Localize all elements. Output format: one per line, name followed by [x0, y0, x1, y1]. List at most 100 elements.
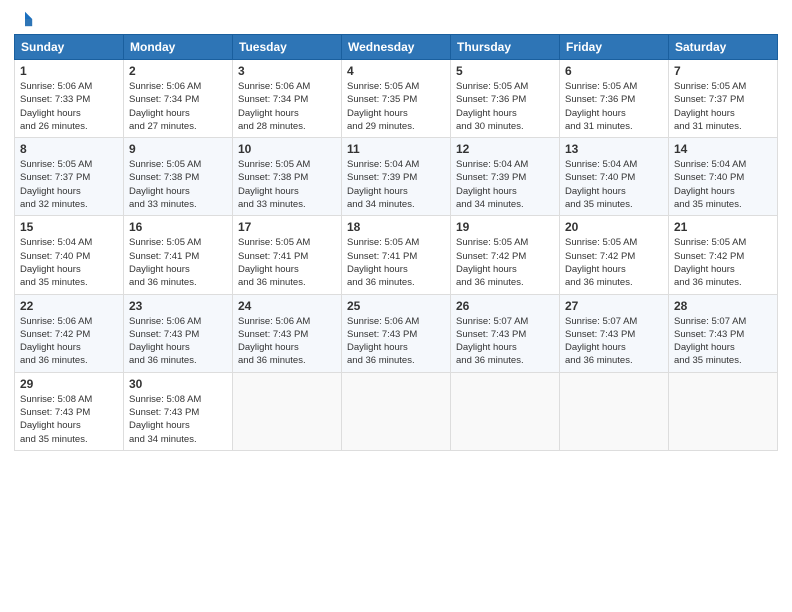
day-cell-26: 26 Sunrise: 5:07 AM Sunset: 7:43 PM Dayl…: [451, 294, 560, 372]
day-cell-5: 5 Sunrise: 5:05 AM Sunset: 7:36 PM Dayli…: [451, 60, 560, 138]
day-info: Sunrise: 5:06 AM Sunset: 7:43 PM Dayligh…: [129, 315, 227, 368]
day-number: 22: [20, 299, 118, 313]
daylight-label: Daylight hours: [238, 264, 299, 275]
day-number: 24: [238, 299, 336, 313]
sunrise-label: Sunrise: 5:05 AM: [238, 159, 310, 170]
sunrise-label: Sunrise: 5:06 AM: [347, 316, 419, 327]
sunrise-label: Sunrise: 5:06 AM: [129, 81, 201, 92]
week-row-4: 22 Sunrise: 5:06 AM Sunset: 7:42 PM Dayl…: [15, 294, 778, 372]
day-number: 12: [456, 142, 554, 156]
daylight-value: and 26 minutes.: [20, 121, 88, 132]
week-row-3: 15 Sunrise: 5:04 AM Sunset: 7:40 PM Dayl…: [15, 216, 778, 294]
sunrise-label: Sunrise: 5:06 AM: [238, 81, 310, 92]
sunrise-label: Sunrise: 5:05 AM: [129, 237, 201, 248]
daylight-value: and 36 minutes.: [456, 355, 524, 366]
logo: [14, 10, 34, 28]
daylight-value: and 33 minutes.: [238, 199, 306, 210]
weekday-header-monday: Monday: [124, 35, 233, 60]
daylight-value: and 36 minutes.: [565, 355, 633, 366]
daylight-value: and 34 minutes.: [456, 199, 524, 210]
daylight-label: Daylight hours: [129, 186, 190, 197]
sunrise-label: Sunrise: 5:07 AM: [456, 316, 528, 327]
daylight-label: Daylight hours: [238, 186, 299, 197]
day-number: 28: [674, 299, 772, 313]
day-info: Sunrise: 5:06 AM Sunset: 7:33 PM Dayligh…: [20, 80, 118, 133]
day-number: 19: [456, 220, 554, 234]
day-info: Sunrise: 5:07 AM Sunset: 7:43 PM Dayligh…: [456, 315, 554, 368]
daylight-value: and 36 minutes.: [347, 355, 415, 366]
day-info: Sunrise: 5:05 AM Sunset: 7:37 PM Dayligh…: [20, 158, 118, 211]
day-info: Sunrise: 5:05 AM Sunset: 7:41 PM Dayligh…: [129, 236, 227, 289]
weekday-header-tuesday: Tuesday: [233, 35, 342, 60]
daylight-value: and 36 minutes.: [456, 277, 524, 288]
sunrise-label: Sunrise: 5:05 AM: [674, 81, 746, 92]
daylight-label: Daylight hours: [456, 186, 517, 197]
daylight-label: Daylight hours: [129, 108, 190, 119]
day-info: Sunrise: 5:05 AM Sunset: 7:37 PM Dayligh…: [674, 80, 772, 133]
day-cell-9: 9 Sunrise: 5:05 AM Sunset: 7:38 PM Dayli…: [124, 138, 233, 216]
day-info: Sunrise: 5:06 AM Sunset: 7:43 PM Dayligh…: [347, 315, 445, 368]
sunrise-label: Sunrise: 5:05 AM: [674, 237, 746, 248]
sunset-label: Sunset: 7:33 PM: [20, 94, 90, 105]
day-number: 11: [347, 142, 445, 156]
sunset-label: Sunset: 7:40 PM: [20, 251, 90, 262]
day-cell-11: 11 Sunrise: 5:04 AM Sunset: 7:39 PM Dayl…: [342, 138, 451, 216]
daylight-value: and 36 minutes.: [20, 355, 88, 366]
daylight-value: and 29 minutes.: [347, 121, 415, 132]
day-cell-15: 15 Sunrise: 5:04 AM Sunset: 7:40 PM Dayl…: [15, 216, 124, 294]
daylight-value: and 28 minutes.: [238, 121, 306, 132]
day-number: 13: [565, 142, 663, 156]
sunset-label: Sunset: 7:43 PM: [129, 407, 199, 418]
daylight-label: Daylight hours: [347, 186, 408, 197]
daylight-label: Daylight hours: [20, 186, 81, 197]
day-cell-16: 16 Sunrise: 5:05 AM Sunset: 7:41 PM Dayl…: [124, 216, 233, 294]
week-row-5: 29 Sunrise: 5:08 AM Sunset: 7:43 PM Dayl…: [15, 372, 778, 450]
daylight-value: and 32 minutes.: [20, 199, 88, 210]
daylight-value: and 33 minutes.: [129, 199, 197, 210]
page-header: [14, 10, 778, 28]
sunset-label: Sunset: 7:43 PM: [20, 407, 90, 418]
day-cell-8: 8 Sunrise: 5:05 AM Sunset: 7:37 PM Dayli…: [15, 138, 124, 216]
day-number: 7: [674, 64, 772, 78]
sunset-label: Sunset: 7:39 PM: [456, 172, 526, 183]
daylight-label: Daylight hours: [456, 342, 517, 353]
daylight-value: and 30 minutes.: [456, 121, 524, 132]
daylight-value: and 35 minutes.: [674, 355, 742, 366]
day-number: 3: [238, 64, 336, 78]
daylight-value: and 31 minutes.: [674, 121, 742, 132]
daylight-value: and 36 minutes.: [565, 277, 633, 288]
day-number: 26: [456, 299, 554, 313]
empty-cell: [342, 372, 451, 450]
sunrise-label: Sunrise: 5:05 AM: [20, 159, 92, 170]
day-cell-2: 2 Sunrise: 5:06 AM Sunset: 7:34 PM Dayli…: [124, 60, 233, 138]
sunrise-label: Sunrise: 5:06 AM: [238, 316, 310, 327]
week-row-2: 8 Sunrise: 5:05 AM Sunset: 7:37 PM Dayli…: [15, 138, 778, 216]
daylight-label: Daylight hours: [347, 108, 408, 119]
day-info: Sunrise: 5:05 AM Sunset: 7:42 PM Dayligh…: [565, 236, 663, 289]
day-info: Sunrise: 5:06 AM Sunset: 7:43 PM Dayligh…: [238, 315, 336, 368]
sunrise-label: Sunrise: 5:04 AM: [20, 237, 92, 248]
daylight-label: Daylight hours: [129, 420, 190, 431]
daylight-label: Daylight hours: [238, 342, 299, 353]
daylight-value: and 35 minutes.: [20, 434, 88, 445]
day-cell-3: 3 Sunrise: 5:06 AM Sunset: 7:34 PM Dayli…: [233, 60, 342, 138]
sunrise-label: Sunrise: 5:05 AM: [456, 81, 528, 92]
day-info: Sunrise: 5:05 AM Sunset: 7:41 PM Dayligh…: [347, 236, 445, 289]
daylight-label: Daylight hours: [20, 264, 81, 275]
day-info: Sunrise: 5:04 AM Sunset: 7:40 PM Dayligh…: [674, 158, 772, 211]
sunrise-label: Sunrise: 5:08 AM: [20, 394, 92, 405]
day-cell-25: 25 Sunrise: 5:06 AM Sunset: 7:43 PM Dayl…: [342, 294, 451, 372]
sunrise-label: Sunrise: 5:05 AM: [347, 81, 419, 92]
daylight-value: and 34 minutes.: [347, 199, 415, 210]
day-info: Sunrise: 5:06 AM Sunset: 7:34 PM Dayligh…: [238, 80, 336, 133]
sunrise-label: Sunrise: 5:05 AM: [129, 159, 201, 170]
day-info: Sunrise: 5:04 AM Sunset: 7:39 PM Dayligh…: [456, 158, 554, 211]
day-info: Sunrise: 5:08 AM Sunset: 7:43 PM Dayligh…: [20, 393, 118, 446]
day-info: Sunrise: 5:05 AM Sunset: 7:38 PM Dayligh…: [129, 158, 227, 211]
sunset-label: Sunset: 7:42 PM: [20, 329, 90, 340]
daylight-label: Daylight hours: [674, 342, 735, 353]
daylight-label: Daylight hours: [20, 342, 81, 353]
day-cell-4: 4 Sunrise: 5:05 AM Sunset: 7:35 PM Dayli…: [342, 60, 451, 138]
day-info: Sunrise: 5:05 AM Sunset: 7:38 PM Dayligh…: [238, 158, 336, 211]
logo-icon: [16, 10, 34, 28]
